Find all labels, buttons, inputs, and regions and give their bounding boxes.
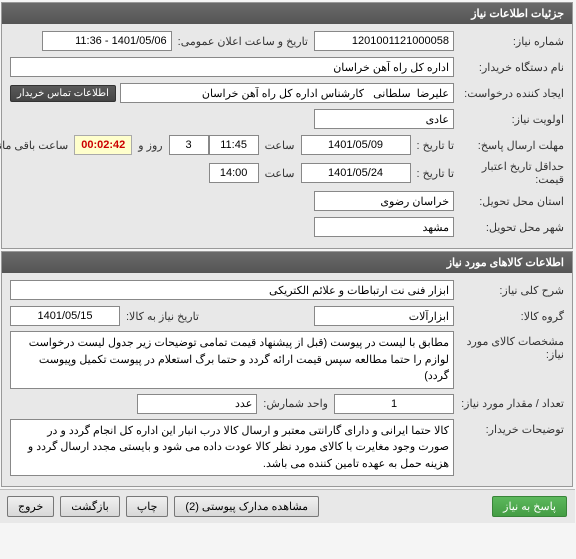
unit-label: واحد شمارش:: [258, 397, 335, 410]
goods-info-panel: اطلاعات کالاهای مورد نیاز شرح کلی نیاز: …: [2, 251, 574, 487]
price-validity-time-label: ساعت: [260, 167, 302, 180]
buyer-field[interactable]: [11, 57, 455, 77]
days-remaining-field[interactable]: [170, 135, 210, 155]
need-date-field[interactable]: [11, 306, 121, 326]
deadline-label: مهلت ارسال پاسخ:: [455, 139, 565, 152]
buyer-label: نام دستگاه خریدار:: [455, 61, 565, 74]
announce-label: تاریخ و ساعت اعلان عمومی:: [173, 35, 315, 48]
to-date-label2: تا تاریخ :: [412, 167, 455, 180]
to-date-label: تا تاریخ :: [412, 139, 455, 152]
spec-label: مشخصات کالای مورد نیاز:: [455, 331, 565, 361]
need-date-label: تاریخ نیاز به کالا:: [121, 310, 206, 323]
panel2-header: اطلاعات کالاهای مورد نیاز: [3, 252, 573, 273]
deadline-time-field[interactable]: [210, 135, 260, 155]
need-number-field[interactable]: [315, 31, 455, 51]
deadline-date-field[interactable]: [302, 135, 412, 155]
requester-label: ایجاد کننده درخواست:: [455, 87, 565, 100]
button-bar: پاسخ به نیاز مشاهده مدارک پیوستی (2) چاپ…: [0, 489, 576, 523]
hours-remaining-label: ساعت باقی مانده: [0, 139, 75, 152]
desc-field[interactable]: [11, 280, 455, 300]
priority-label: اولویت نیاز:: [455, 113, 565, 126]
province-label: استان محل تحویل:: [455, 195, 565, 208]
countdown-timer: 00:02:42: [75, 135, 133, 155]
qty-field[interactable]: [335, 394, 455, 414]
contact-button[interactable]: اطلاعات تماس خریدار: [11, 85, 117, 102]
days-and-label: روز و: [133, 139, 169, 152]
price-validity-time-field[interactable]: [210, 163, 260, 183]
requester-field[interactable]: [121, 83, 455, 103]
attachments-button[interactable]: مشاهده مدارک پیوستی (2): [175, 496, 320, 517]
notes-label: توضیحات خریدار:: [455, 419, 565, 436]
priority-field[interactable]: [315, 109, 455, 129]
back-button[interactable]: بازگشت: [61, 496, 121, 517]
unit-field[interactable]: [138, 394, 258, 414]
deadline-time-label: ساعت: [260, 139, 302, 152]
respond-button[interactable]: پاسخ به نیاز: [493, 496, 568, 517]
city-field[interactable]: [315, 217, 455, 237]
price-validity-date-field[interactable]: [302, 163, 412, 183]
spec-field[interactable]: مطابق با لیست در پیوست (قبل از پیشنهاد ق…: [11, 331, 455, 389]
qty-label: تعداد / مقدار مورد نیاز:: [455, 397, 565, 410]
need-details-panel: جزئیات اطلاعات نیاز شماره نیاز: تاریخ و …: [2, 2, 574, 249]
city-label: شهر محل تحویل:: [455, 221, 565, 234]
province-field[interactable]: [315, 191, 455, 211]
exit-button[interactable]: خروج: [8, 496, 55, 517]
group-field[interactable]: [315, 306, 455, 326]
notes-field[interactable]: کالا حتما ایرانی و دارای گارانتی معتبر و…: [11, 419, 455, 477]
price-validity-label: حداقل تاریخ اعتبار قیمت:: [455, 160, 565, 186]
need-number-label: شماره نیاز:: [455, 35, 565, 48]
group-label: گروه کالا:: [455, 310, 565, 323]
desc-label: شرح کلی نیاز:: [455, 284, 565, 297]
print-button[interactable]: چاپ: [127, 496, 170, 517]
announce-field[interactable]: [43, 31, 173, 51]
panel1-header: جزئیات اطلاعات نیاز: [3, 3, 573, 24]
